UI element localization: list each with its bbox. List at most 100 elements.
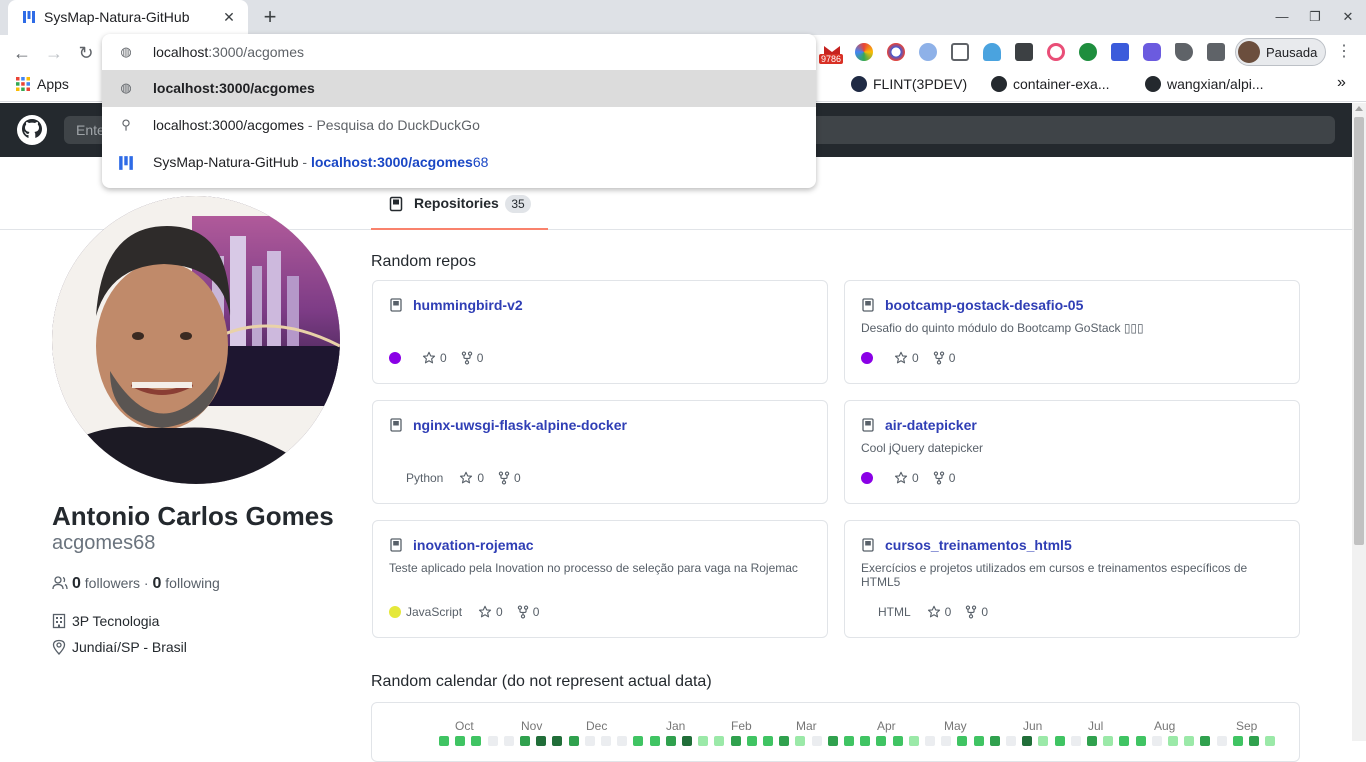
calendar-day-cell [876, 736, 887, 746]
tab-repositories[interactable]: Repositories 35 [371, 193, 548, 230]
minimize-icon[interactable]: — [1270, 6, 1294, 28]
profile-button[interactable]: Pausada [1235, 38, 1326, 66]
repo-forks[interactable]: 0 [461, 351, 483, 365]
camera-extension-icon[interactable] [887, 43, 905, 61]
video-extension-icon[interactable] [1143, 43, 1161, 61]
calendar-month-label: May [944, 719, 967, 733]
calendar-day-cell [1103, 736, 1114, 746]
calendar-day-cell [1216, 736, 1227, 746]
flint-icon [851, 76, 867, 92]
calendar-day-cell [925, 736, 935, 746]
bookmark-wangxian[interactable]: wangxian/alpi... [1145, 76, 1264, 92]
search-placeholder: Ente [76, 122, 105, 138]
page-scrollbar[interactable] [1352, 103, 1366, 741]
scroll-up-icon[interactable] [1355, 106, 1363, 111]
repo-forks[interactable]: 0 [498, 471, 521, 485]
search-icon: ⚲ [121, 117, 131, 132]
repo-name-link[interactable]: inovation-rojemac [413, 537, 534, 553]
repo-name-link[interactable]: air-datepicker [885, 417, 977, 433]
repo-language: Python [389, 471, 443, 485]
scrollbar-thumb[interactable] [1354, 117, 1364, 545]
repo-stars[interactable]: 0 [459, 471, 484, 485]
reload-icon[interactable]: ↻ [73, 40, 99, 66]
repo-name-link[interactable]: bootcamp-gostack-desafio-05 [885, 297, 1083, 313]
color-wheel-extension-icon[interactable] [855, 43, 873, 61]
browser-tab[interactable]: SysMap-Natura-GitHub ✕ [8, 0, 248, 35]
github-logo-icon[interactable] [16, 114, 48, 146]
repo-forks[interactable]: 0 [933, 471, 955, 485]
stars-count: 0 [944, 605, 952, 619]
calendar-day-cell [568, 736, 579, 746]
bookmark-flint[interactable]: FLINT(3PDEV) [851, 76, 967, 92]
people-icon [52, 576, 68, 590]
favicon-icon [119, 156, 133, 170]
following-count[interactable]: 0 [153, 575, 162, 592]
bookmark-label: FLINT(3PDEV) [873, 76, 968, 92]
language-color-dot [389, 472, 401, 484]
calendar-month-label: Oct [455, 719, 474, 733]
following-link[interactable]: following [165, 575, 219, 591]
repo-meta: 00 [389, 351, 497, 367]
omnibox-suggestion-search[interactable]: ⚲ localhost:3000/acgomes - Pesquisa do D… [102, 107, 816, 144]
repo-stars[interactable]: 0 [894, 351, 919, 365]
repo-name-link[interactable]: hummingbird-v2 [413, 297, 523, 313]
shield-extension-icon[interactable] [1079, 43, 1097, 61]
stars-count: 0 [496, 605, 503, 619]
stamp-extension-icon[interactable] [1111, 43, 1129, 61]
more-menu-icon[interactable]: ⋮ [1336, 41, 1352, 63]
repo-meta: Python 0 0 [389, 471, 535, 487]
calendar-day-cell [1184, 736, 1195, 746]
repo-card: air-datepicker Cool jQuery datepicker 0 0 [844, 400, 1300, 504]
repo-name-link[interactable]: nginx-uwsgi-flask-alpine-docker [413, 417, 627, 433]
bookmark-label: wangxian/alpi... [1167, 76, 1264, 92]
suggestion-url: localhost:3000/acgomes [310, 154, 473, 170]
repo-meta: 00 [861, 351, 969, 367]
repo-stars[interactable]: 0 [927, 605, 952, 619]
info-extension-icon[interactable] [919, 43, 937, 61]
puzzle-icon[interactable] [1207, 43, 1225, 61]
calendar-day-cell [908, 736, 919, 746]
omnibox-input[interactable]: ◍ localhost:3000/acgomes [102, 34, 816, 70]
star-icon [459, 471, 477, 485]
back-icon[interactable]: ← [9, 40, 35, 66]
followers-count[interactable]: 0 [72, 575, 81, 592]
calendar-heading: Random calendar (do not represent actual… [371, 673, 712, 690]
repo-description: Exercícios e projetos utilizados em curs… [861, 561, 1248, 589]
omnibox-suggestion-url[interactable]: ◍ localhost:3000/acgomes [102, 70, 816, 107]
repo-stars[interactable]: 0 [894, 471, 919, 485]
profile-avatar [1238, 41, 1260, 63]
omnibox-suggestion-history[interactable]: SysMap-Natura-GitHub - localhost:3000/ac… [102, 144, 816, 181]
trello-extension-icon[interactable] [1015, 43, 1033, 61]
calendar-day-cell [455, 736, 466, 746]
repo-description: Desafio do quinto módulo do Bootcamp GoS… [861, 321, 1144, 335]
tab-close-icon[interactable]: ✕ [220, 8, 238, 26]
repo-forks[interactable]: 0 [965, 605, 988, 619]
repo-stars[interactable]: 0 [422, 351, 447, 365]
bookmark-container-example[interactable]: container-exa... [991, 76, 1110, 92]
cloud-extension-icon[interactable] [983, 43, 1001, 61]
repo-stars[interactable]: 0 [478, 605, 503, 619]
calendar-day-cell [665, 736, 676, 746]
company-name: 3P Tecnologia [72, 613, 160, 629]
suggestion-text: localhost:3000/acgomes [153, 80, 315, 96]
gmail-extension-icon[interactable]: 9786 [819, 43, 844, 64]
calendar-month-label: Apr [877, 719, 896, 733]
calendar-day-cell [1054, 736, 1065, 746]
window-close-icon[interactable]: ✕ [1336, 6, 1360, 28]
repo-name-link[interactable]: cursos_treinamentos_html5 [885, 537, 1072, 553]
followers-link[interactable]: followers [85, 575, 140, 591]
tab-title: SysMap-Natura-GitHub [44, 9, 190, 25]
calendar-day-cell [892, 736, 903, 746]
restore-icon[interactable]: ❐ [1303, 6, 1327, 28]
bookmarks-overflow-icon[interactable]: » [1337, 74, 1346, 92]
lastpass-extension-icon[interactable] [1047, 43, 1065, 61]
repo-forks[interactable]: 0 [517, 605, 539, 619]
new-tab-button[interactable]: + [258, 5, 282, 29]
repo-forks[interactable]: 0 [933, 351, 955, 365]
leaf-extension-icon[interactable] [1175, 43, 1193, 61]
forward-icon[interactable]: → [41, 40, 67, 66]
stars-count: 0 [912, 351, 919, 365]
grid-extension-icon[interactable] [951, 43, 969, 61]
bookmark-apps[interactable]: Apps [15, 76, 69, 92]
calendar-day-cell [1135, 736, 1146, 746]
